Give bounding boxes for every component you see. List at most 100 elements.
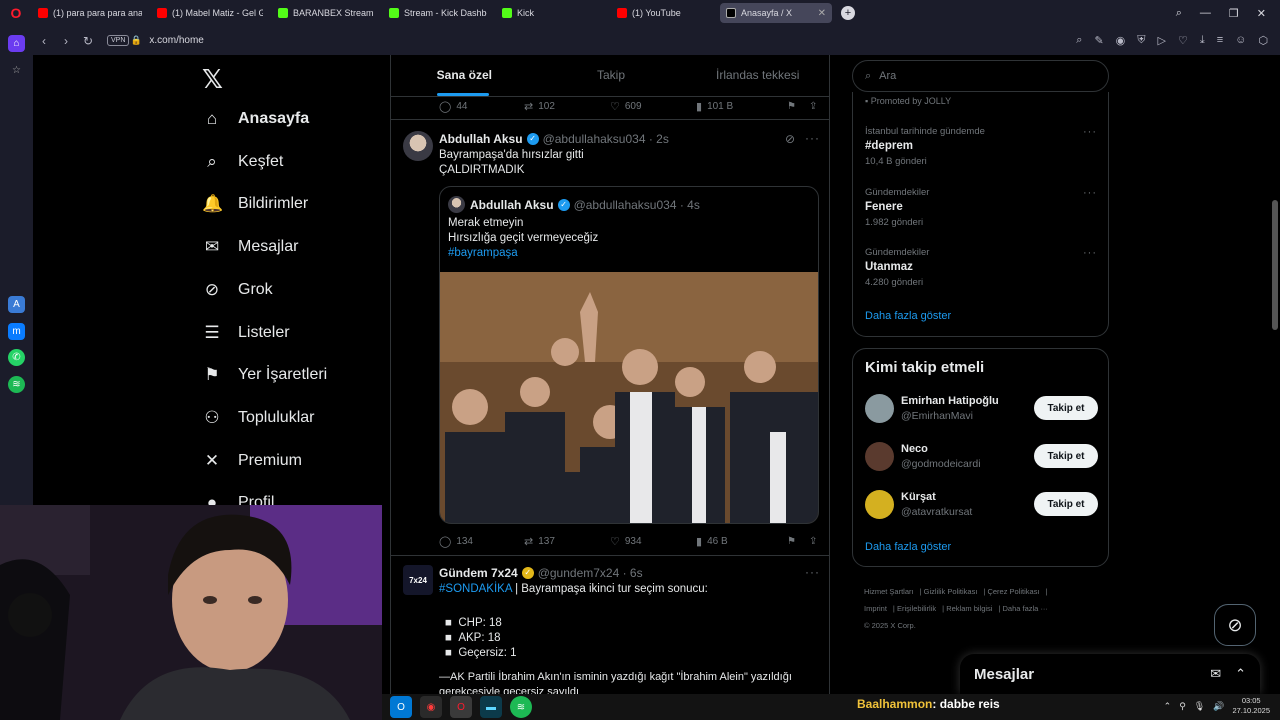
forward-button[interactable]: › <box>55 34 77 48</box>
repost-button[interactable]: ⇄ 137 <box>524 535 610 548</box>
footer-link[interactable]: Reklam bilgisi <box>946 604 992 613</box>
minimize-button[interactable]: — <box>1200 7 1211 20</box>
views-button[interactable]: ▮ 46 B <box>696 535 787 548</box>
footer-link[interactable]: Daha fazla ··· <box>1003 604 1048 613</box>
x-logo-icon[interactable]: 𝕏 <box>202 64 223 95</box>
avatar[interactable]: 7x24 <box>403 565 433 595</box>
nav-item[interactable]: ✕ Premium <box>202 451 302 471</box>
more-options-icon[interactable]: ··· <box>805 565 820 579</box>
spotify-rail-icon[interactable]: ≋ <box>8 376 25 393</box>
views-button[interactable]: ▮ 101 B <box>696 100 787 113</box>
follow-suggestion[interactable]: Emirhan Hatipoğlu @EmirhanMavi Takip et <box>865 394 1098 424</box>
suggestion-name[interactable]: Emirhan Hatipoğlu <box>901 395 999 407</box>
tab-following[interactable]: Takip <box>538 55 685 96</box>
tweet-photo[interactable] <box>440 272 818 523</box>
trend-item[interactable]: Gündemdekiler Utanmaz 4.280 gönderi ··· <box>865 247 1097 288</box>
opera-icon[interactable]: O <box>450 696 472 718</box>
nav-item[interactable]: 🔔 Bildirimler <box>202 194 308 214</box>
play-icon[interactable]: ▷ <box>1158 34 1166 47</box>
more-options-icon[interactable]: ··· <box>805 131 820 145</box>
more-options-icon[interactable]: ··· <box>1083 126 1097 138</box>
heart-icon[interactable]: ♡ <box>1178 34 1188 47</box>
new-message-icon[interactable]: ✉ <box>1210 666 1221 682</box>
messages-drawer[interactable]: Mesajlar ✉ ⌃ <box>960 654 1260 694</box>
author-name[interactable]: Abdullah Aksu <box>439 132 523 146</box>
collapse-icon[interactable]: ⌃ <box>1235 666 1246 682</box>
nav-item[interactable]: ⌂ Anasayfa <box>202 109 309 129</box>
avatar[interactable] <box>865 394 894 423</box>
browser-tab[interactable]: Anasayfa / X ✕ <box>720 3 832 23</box>
more-options-icon[interactable]: ··· <box>1083 187 1097 199</box>
mic-icon[interactable]: 🎙 <box>1194 701 1205 712</box>
trend-item[interactable]: İstanbul tarihinde gündemde #deprem 10,4 B… <box>865 126 1097 167</box>
share-icon[interactable]: ⇪ <box>809 101 817 112</box>
outlook-icon[interactable]: O <box>390 696 412 718</box>
reload-button[interactable]: ↻ <box>77 34 99 48</box>
nav-item[interactable]: ✉ Mesajlar <box>202 237 299 257</box>
like-button[interactable]: ♡ 934 <box>610 535 696 548</box>
author-handle[interactable]: @gundem7x24 · 6s <box>538 566 643 580</box>
author-name[interactable]: Gündem 7x24 <box>439 566 518 580</box>
network-icon[interactable]: ⚲ <box>1179 701 1186 712</box>
nav-item[interactable]: ⌕ Keşfet <box>202 152 283 172</box>
grok-tweet-icon[interactable]: ⊘ <box>785 132 796 146</box>
trend-item[interactable]: Gündemdekiler Fenere 1.982 gönderi ··· <box>865 187 1097 228</box>
obs-icon[interactable]: ◉ <box>420 696 442 718</box>
scrollbar[interactable] <box>1270 55 1280 695</box>
footer-link[interactable]: Imprint <box>864 604 887 613</box>
footer-link[interactable]: Erişilebilirlik <box>897 604 936 613</box>
download-icon[interactable]: ⤓ <box>1200 34 1205 47</box>
nav-item[interactable]: ⊘ Grok <box>202 280 273 300</box>
opera-logo-icon[interactable]: O <box>0 0 32 26</box>
avatar[interactable] <box>865 490 894 519</box>
nav-item[interactable]: ⚑ Yer İşaretleri <box>202 365 327 385</box>
share-icon[interactable]: ⇪ <box>809 536 817 547</box>
browser-tab[interactable]: (1) para para para anatolia <box>32 3 148 23</box>
aria-rail-icon[interactable]: A <box>8 296 25 313</box>
follow-button[interactable]: Takip et <box>1034 396 1098 420</box>
footer-link[interactable]: Çerez Politikası <box>987 587 1039 596</box>
reply-button[interactable]: ◯ 44 <box>439 100 524 113</box>
maximize-button[interactable]: ❐ <box>1229 7 1239 20</box>
browser-tab[interactable]: BARANBEX Stream - Watc <box>272 3 380 23</box>
suggestion-name[interactable]: Kürşat <box>901 491 936 503</box>
zoom-icon[interactable]: ⌕ <box>1076 34 1082 47</box>
show-more-link[interactable]: Daha fazla göster <box>865 541 951 553</box>
hashtag-link[interactable]: #bayrampaşa <box>448 246 598 261</box>
hashtag-link[interactable]: #SONDAKİKA <box>439 583 512 595</box>
author-handle[interactable]: @abdullahaksu034 · 2s <box>543 132 669 146</box>
show-more-link[interactable]: Daha fazla göster <box>865 310 951 322</box>
messenger-rail-icon[interactable]: m <box>8 323 25 340</box>
repost-button[interactable]: ⇄ 102 <box>524 100 610 113</box>
browser-tab[interactable]: (1) YouTube <box>611 3 717 23</box>
avatar[interactable] <box>403 131 433 161</box>
nav-item[interactable]: ⚇ Topluluklar <box>202 408 314 428</box>
account-icon[interactable]: ☺ <box>1235 34 1246 47</box>
follow-button[interactable]: Takip et <box>1034 444 1098 468</box>
close-window-button[interactable]: ✕ <box>1257 7 1266 20</box>
browser-tab[interactable]: Stream - Kick Dashboard <box>383 3 493 23</box>
clock[interactable]: 03:05 27.10.2025 <box>1232 696 1270 716</box>
vpn-badge[interactable]: VPN <box>107 35 130 46</box>
camera-icon[interactable]: ◉ <box>1116 34 1126 47</box>
new-tab-button[interactable]: + <box>841 6 855 20</box>
search-tabs-icon[interactable]: ⌕ <box>1176 7 1182 20</box>
footer-link[interactable]: Gizlilik Politikası <box>924 587 978 596</box>
scrollbar-thumb[interactable] <box>1272 200 1278 330</box>
browser-tab[interactable]: Kick <box>496 3 608 23</box>
avatar[interactable] <box>865 442 894 471</box>
follow-suggestion[interactable]: Neco @godmodeicardi Takip et <box>865 442 1098 472</box>
bookmark-icon[interactable]: ⚑ <box>787 101 809 112</box>
whatsapp-rail-icon[interactable]: ✆ <box>8 349 25 366</box>
url-field[interactable]: x.com/home <box>149 35 203 46</box>
home-rail-icon[interactable]: ⌂ <box>8 35 25 52</box>
more-options-icon[interactable]: ··· <box>1083 247 1097 259</box>
follow-button[interactable]: Takip et <box>1034 492 1098 516</box>
tab-for-you[interactable]: Sana özel <box>391 55 538 96</box>
footer-link[interactable]: Hizmet Şartları <box>864 587 914 596</box>
terminal-icon[interactable]: ▬ <box>480 696 502 718</box>
reply-button[interactable]: ◯ 134 <box>439 535 524 548</box>
nav-item[interactable]: ☰ Listeler <box>202 323 289 343</box>
suggestion-name[interactable]: Neco <box>901 443 928 455</box>
search-input[interactable]: ⌕ Ara <box>852 60 1109 92</box>
